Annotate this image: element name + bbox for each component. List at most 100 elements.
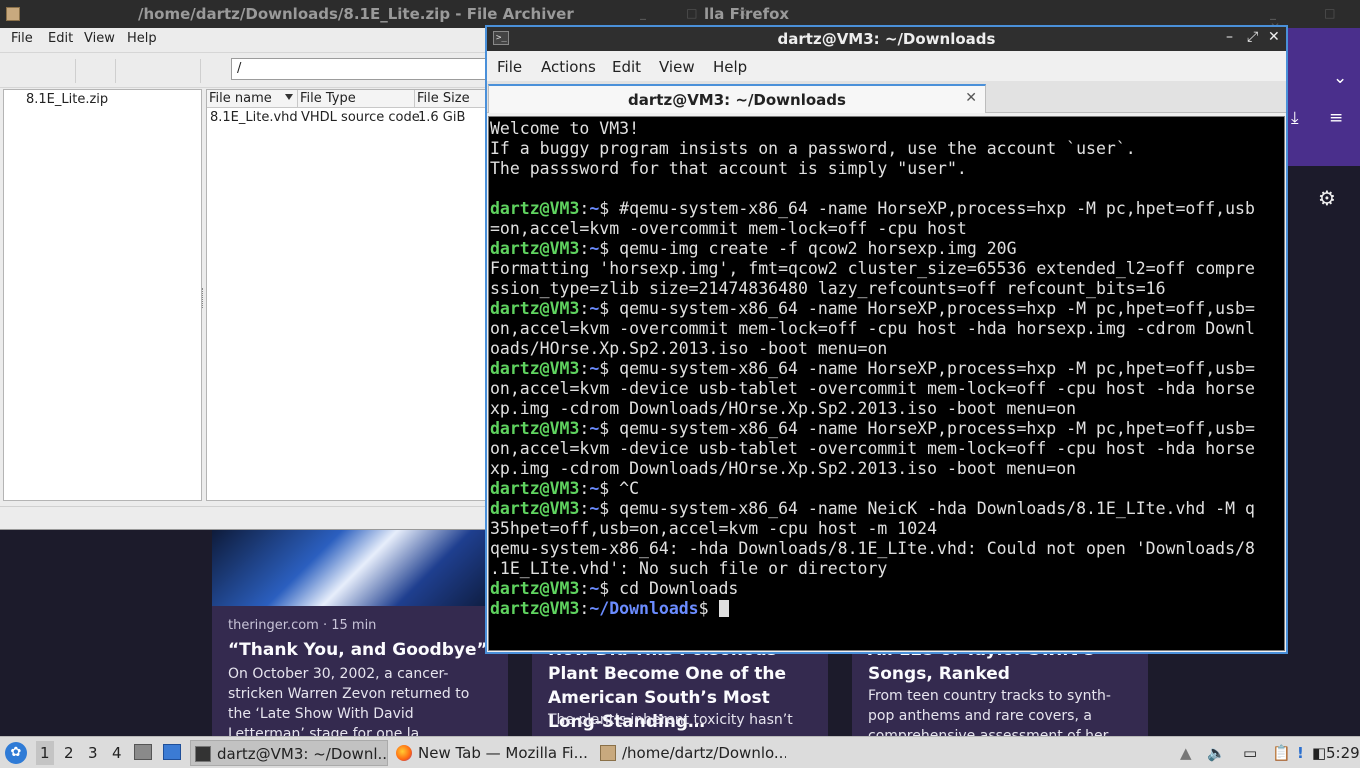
workspace-3[interactable]: 3 [88,744,98,762]
archiver-menubar: File Edit View Help [0,28,486,50]
column-header-file-type[interactable]: File Type [298,90,415,108]
command-text: $ qemu-system-x86_64 -name HorseXP,proce… [599,419,1255,438]
prompt-path: ~ [589,359,600,378]
display-icon[interactable]: ▭ [1243,744,1257,762]
notification-icon[interactable]: ! [1297,744,1304,762]
archive-path-input[interactable]: / [231,58,487,80]
prompt-line: dartz@VM3:~$ qemu-system-x86_64 -name Ho… [490,419,1255,438]
story-image [212,530,508,606]
file-archiver-window: File Edit View Help / 8.1E_Lite.zip File… [0,28,488,530]
command-text: $ qemu-img create -f qcow2 horsexp.img 2… [599,239,1017,258]
volume-icon[interactable]: 🔈 [1207,744,1226,762]
command-text: $ cd Downloads [599,579,739,598]
output-line: on,accel=kvm -device usb-tablet -overcom… [490,379,1255,398]
workspace-1[interactable]: 1 [36,741,54,765]
terminal-menu-help[interactable]: Help [713,58,747,76]
task-file-archiver[interactable]: /home/dartz/Downlo... [596,740,786,766]
command-text: $ qemu-system-x86_64 -name HorseXP,proce… [599,299,1255,318]
story-description: On October 30, 2002, a cancer-stricken W… [228,666,470,736]
start-menu-icon[interactable]: ✿ [5,742,27,764]
output-line: Welcome to VM3! [490,119,640,138]
task-terminal[interactable]: dartz@VM3: ~/Downl... [190,740,388,766]
story-headline: “Thank You, and Goodbye” [228,640,488,660]
output-line: The passsword for that account is simply… [490,159,967,178]
minimize-icon[interactable]: – [1226,29,1233,45]
prompt-path: ~ [589,239,600,258]
file-manager-icon[interactable] [134,744,152,760]
file-name-cell[interactable]: 8.1E_Lite.vhd [207,110,298,125]
archiver-window-title: /home/dartz/Downloads/8.1E_Lite.zip - Fi… [138,5,574,23]
archiver-menu-help[interactable]: Help [127,31,157,46]
workspace-2[interactable]: 2 [64,744,74,762]
arrow-up-icon[interactable]: ▲ [1180,744,1192,762]
terminal-window: >_ dartz@VM3: ~/Downloads – ⤢ ✕ File Act… [485,25,1288,654]
column-header-file-name[interactable]: File name [207,90,298,108]
clipboard-icon[interactable]: 📋 [1272,744,1291,762]
archive-file-list: File name File Type File Size 8.1E_Lite.… [206,89,488,501]
column-header-file-size[interactable]: File Size [415,90,488,108]
file-type-cell: VHDL source code [301,110,420,125]
terminal-menu-view[interactable]: View [659,58,695,76]
prompt-line: dartz@VM3:~$ #qemu-system-x86_64 -name H… [490,199,1255,218]
prompt-line: dartz@VM3:~$ qemu-system-x86_64 -name Ne… [490,499,1255,518]
tree-node-archive[interactable]: 8.1E_Lite.zip [26,92,108,107]
terminal-tab-label: dartz@VM3: ~/Downloads [628,91,846,109]
task-label: /home/dartz/Downlo... [622,744,786,762]
archiver-statusbar [0,506,486,528]
output-line: ssion_type=zlib size=21474836480 lazy_re… [490,279,1166,298]
archive-tree-pane: 8.1E_Lite.zip [3,89,202,501]
workspace-4[interactable]: 4 [112,744,122,762]
task-label: New Tab — Mozilla Fi... [418,744,588,762]
command-text: $ [698,599,719,618]
output-line: on,accel=kvm -overcommit mem-lock=off -c… [490,319,1255,338]
output-line: =on,accel=kvm -overcommit mem-lock=off -… [490,219,967,238]
output-line: oads/HOrse.Xp.Sp2.2013.iso -boot menu=on [490,339,888,358]
prompt-path: ~ [589,199,600,218]
story-card[interactable]: theringer.com · 15 min “Thank You, and G… [212,530,508,736]
command-text: $ #qemu-system-x86_64 -name HorseXP,proc… [599,199,1255,218]
prompt-user-host: dartz@VM3 [490,239,580,258]
task-label: dartz@VM3: ~/Downl... [217,745,388,763]
archiver-menu-file[interactable]: File [11,31,33,46]
gear-icon[interactable]: ⚙ [1318,186,1336,210]
network-icon[interactable]: ◧ [1312,744,1326,762]
clock[interactable]: 5:29 [1326,744,1360,762]
chevron-down-icon[interactable]: ⌄ [1333,68,1347,88]
close-icon[interactable]: ✕ [1268,29,1280,45]
output-line: .1E_LIte.vhd': No such file or directory [490,559,888,578]
terminal-window-title: dartz@VM3: ~/Downloads [777,30,996,48]
prompt-user-host: dartz@VM3 [490,499,580,518]
tab-close-icon[interactable]: ✕ [965,90,977,106]
terminal-titlebar[interactable]: >_ dartz@VM3: ~/Downloads – ⤢ ✕ [487,27,1286,51]
archiver-menu-edit[interactable]: Edit [48,31,73,46]
sort-descending-icon [285,94,293,100]
hamburger-menu-icon[interactable]: ≡ [1329,108,1343,128]
prompt-user-host: dartz@VM3 [490,479,580,498]
toolbar-separator [75,59,76,83]
output-line: xp.img -cdrom Downloads/HOrse.Xp.Sp2.201… [490,459,1077,478]
terminal-menu-edit[interactable]: Edit [612,58,641,76]
terminal-menu-actions[interactable]: Actions [541,58,596,76]
terminal-output[interactable]: Welcome to VM3! If a buggy program insist… [488,116,1285,651]
prompt-user-host: dartz@VM3 [490,599,580,618]
pane-splitter-handle[interactable] [202,288,205,308]
archiver-menu-view[interactable]: View [84,31,115,46]
terminal-tab[interactable]: dartz@VM3: ~/Downloads ✕ [488,84,986,113]
download-icon[interactable]: ⤓ [1291,108,1299,128]
prompt-line: dartz@VM3:~$ qemu-system-x86_64 -name Ho… [490,359,1255,378]
command-text: $ qemu-system-x86_64 -name HorseXP,proce… [599,359,1255,378]
task-firefox[interactable]: New Tab — Mozilla Fi... [392,740,592,766]
show-desktop-icon[interactable] [163,744,181,760]
prompt-path: ~ [589,579,600,598]
maximize-icon[interactable]: ⤢ [1247,29,1258,45]
firefox-window-title: lla Firefox [704,5,790,23]
bottom-panel: ✿ 1 2 3 4 dartz@VM3: ~/Downl... New Tab … [0,736,1360,768]
command-text: $ ^C [599,479,640,498]
output-line: If a buggy program insists on a password… [490,139,1136,158]
terminal-menu-file[interactable]: File [497,58,522,76]
prompt-path: ~ [589,479,600,498]
prompt-path: ~ [589,499,600,518]
command-text: $ qemu-system-x86_64 -name NeicK -hda Do… [599,499,1255,518]
background-title-strip: /home/dartz/Downloads/8.1E_Lite.zip - Fi… [0,0,1360,34]
